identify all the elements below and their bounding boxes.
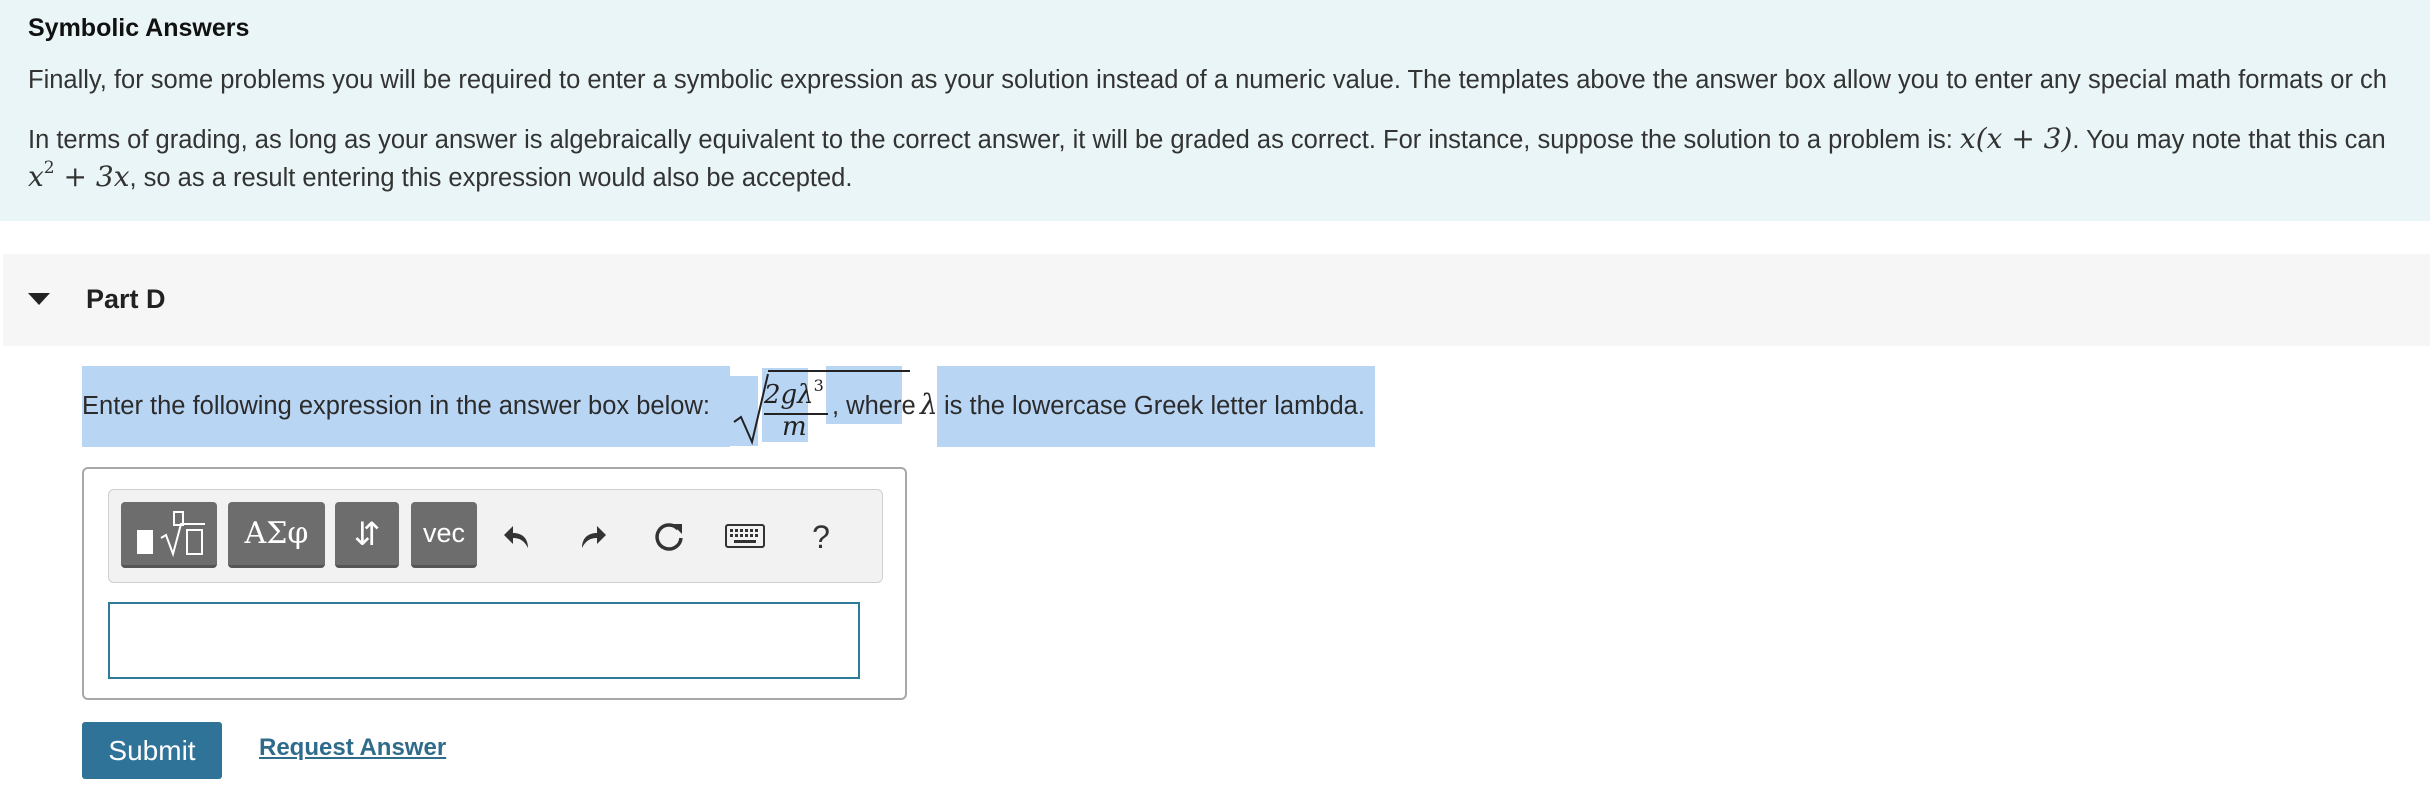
answer-panel: ΑΣφ ⇵ vec ? xyxy=(82,467,907,700)
help-button[interactable]: ? xyxy=(799,512,843,562)
expression-numerator: 2gλ3 xyxy=(764,376,824,410)
request-answer-link[interactable]: Request Answer xyxy=(259,734,446,762)
expanded-expression-base: x xyxy=(28,160,44,193)
redo-button[interactable] xyxy=(571,512,615,562)
expanded-expression-exponent: 2 xyxy=(43,157,55,178)
info-title: Symbolic Answers xyxy=(28,14,250,42)
expanded-expression-rest: + 3x xyxy=(54,160,130,193)
numerator-exponent: 3 xyxy=(813,376,824,395)
submit-button[interactable]: Submit xyxy=(82,722,222,779)
answer-input[interactable] xyxy=(108,602,860,679)
expanded-expression: x2 + 3x xyxy=(28,157,130,193)
example-expression: x(x + 3) xyxy=(1959,122,2073,155)
undo-button[interactable] xyxy=(495,512,539,562)
reset-button[interactable] xyxy=(647,512,691,562)
expression-denominator: m xyxy=(782,412,807,442)
info-paragraph-3: x2 + 3x, so as a result entering this ex… xyxy=(28,157,853,193)
radical-bar xyxy=(768,370,910,372)
keyboard-icon xyxy=(725,524,765,548)
info-paragraph-1: Finally, for some problems you will be r… xyxy=(28,66,2387,94)
help-icon: ? xyxy=(812,518,830,555)
prompt-text-middle: , where xyxy=(832,392,916,420)
lambda-symbol: λ xyxy=(920,388,938,421)
question-prompt: Enter the following expression in the an… xyxy=(82,366,1375,447)
greek-letters-button[interactable]: ΑΣφ xyxy=(228,502,325,568)
numerator-text: 2gλ xyxy=(764,380,814,410)
templates-icon xyxy=(137,510,205,557)
redo-icon xyxy=(582,526,606,548)
part-header[interactable] xyxy=(3,254,2430,346)
prompt-text-end: is the lowercase Greek letter lambda. xyxy=(944,392,1365,420)
keyboard-button[interactable] xyxy=(723,512,767,562)
info-paragraph-3-end: , so as a result entering this expressio… xyxy=(129,164,853,192)
info-paragraph-2-end: . You may note that this can xyxy=(2072,126,2386,154)
info-paragraph-2-start: In terms of grading, as long as your ans… xyxy=(28,126,1960,154)
undo-icon xyxy=(504,526,528,548)
info-paragraph-2: In terms of grading, as long as your ans… xyxy=(28,122,2386,155)
reset-icon xyxy=(655,523,683,551)
part-title[interactable]: Part D xyxy=(86,284,166,315)
prompt-text-start: Enter the following expression in the an… xyxy=(82,392,710,420)
symbolic-answers-info-box: Symbolic Answers Finally, for some probl… xyxy=(0,0,2430,221)
vector-button[interactable]: vec xyxy=(411,502,477,568)
math-toolbar: ΑΣφ ⇵ vec ? xyxy=(108,489,883,583)
templates-button[interactable] xyxy=(121,502,217,568)
subscript-superscript-button[interactable]: ⇵ xyxy=(335,502,399,568)
caret-down-icon[interactable] xyxy=(28,293,50,305)
